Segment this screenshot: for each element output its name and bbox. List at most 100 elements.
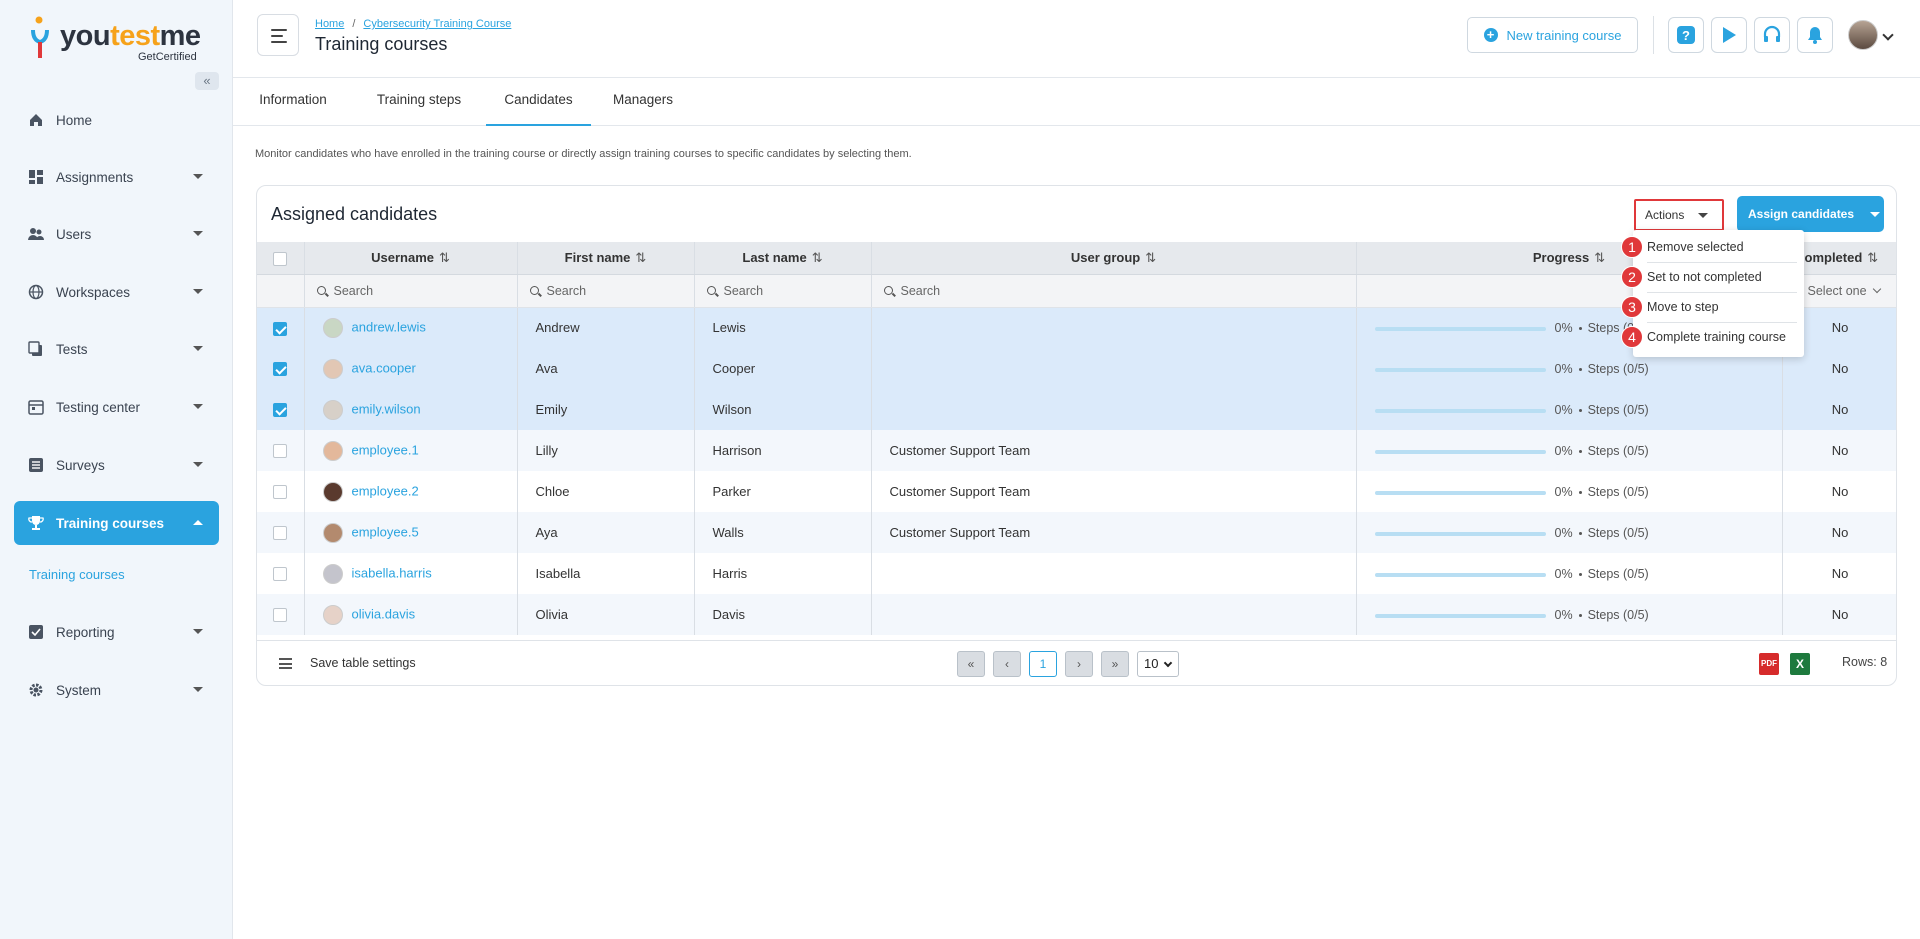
table-settings-icon[interactable] (279, 658, 292, 670)
sidebar-item-users[interactable]: Users (14, 212, 219, 256)
page-number-button[interactable]: 1 (1029, 651, 1057, 677)
step-badge: 1 (1621, 236, 1643, 258)
bell-icon (1808, 27, 1822, 44)
username-link[interactable]: ava.cooper (352, 360, 416, 375)
breadcrumb-course-link[interactable]: Cybersecurity Training Course (363, 18, 511, 30)
row-checkbox[interactable] (273, 321, 288, 336)
username-link[interactable]: emily.wilson (352, 401, 421, 416)
username-link[interactable]: isabella.harris (352, 565, 432, 580)
sidebar-item-label: Assignments (56, 169, 134, 185)
tab-training-steps[interactable]: Training steps (371, 79, 467, 126)
table-row[interactable]: isabella.harris Isabella Harris 0% Steps (0/… (257, 553, 1896, 594)
completed-cell: No (1782, 389, 1896, 430)
row-checkbox[interactable] (273, 444, 288, 459)
save-table-settings-button[interactable]: Save table settings (310, 656, 416, 670)
menu-toggle-button[interactable] (257, 14, 299, 56)
search-icon (883, 285, 893, 295)
sort-icon[interactable]: ⇅ (635, 250, 646, 265)
chevron-down-icon[interactable] (1882, 29, 1894, 41)
logo[interactable]: youtestme GetCertified (30, 16, 210, 64)
user-group-filter[interactable]: Search (871, 274, 1357, 308)
username-filter[interactable]: Search (304, 274, 518, 308)
menu-item-move-to-step[interactable]: Move to step (1647, 293, 1797, 323)
sidebar-item-reporting[interactable]: Reporting (14, 610, 219, 654)
table-row[interactable]: olivia.davis Olivia Davis 0% Steps (0/5) No (257, 594, 1896, 635)
table-row[interactable]: employee.5 Aya Walls Customer Support Team 0… (257, 512, 1896, 553)
row-checkbox[interactable] (273, 403, 288, 418)
select-all-checkbox[interactable] (273, 251, 288, 266)
sort-icon[interactable]: ⇅ (1867, 250, 1878, 265)
gear-icon (29, 683, 43, 697)
svg-text:?: ? (1682, 28, 1690, 43)
last-name-filter[interactable]: Search (694, 274, 872, 308)
chevron-down-icon (193, 174, 203, 179)
sidebar-item-label: Workspaces (56, 284, 131, 300)
row-checkbox[interactable] (273, 526, 288, 541)
username-link[interactable]: employee.2 (352, 483, 419, 498)
sort-icon[interactable]: ⇅ (1594, 250, 1605, 265)
collapse-sidebar-button[interactable]: « (195, 72, 219, 90)
row-checkbox[interactable] (273, 485, 288, 500)
avatar (322, 522, 343, 543)
menu-item-set-not-completed[interactable]: Set to not completed (1647, 263, 1797, 293)
column-header-username[interactable]: Username ⇅ (304, 242, 518, 275)
sidebar-item-assignments[interactable]: Assignments (14, 155, 219, 199)
row-checkbox[interactable] (273, 362, 288, 377)
username-link[interactable]: employee.1 (352, 442, 419, 457)
table-row[interactable]: emily.wilson Emily Wilson 0% Steps (0/5) No (257, 389, 1896, 430)
sort-icon[interactable]: ⇅ (812, 250, 823, 265)
username-link[interactable]: employee.5 (352, 524, 419, 539)
tab-managers[interactable]: Managers (606, 79, 680, 126)
previous-page-button[interactable]: ‹ (993, 651, 1021, 677)
last-name-cell: Wilson (694, 389, 872, 430)
support-button[interactable] (1754, 17, 1790, 53)
next-page-button[interactable]: › (1065, 651, 1093, 677)
column-header-user-group[interactable]: User group ⇅ (871, 242, 1357, 275)
tab-candidates[interactable]: Candidates (486, 79, 591, 126)
sidebar-item-surveys[interactable]: Surveys (14, 443, 219, 487)
sidebar-item-workspaces[interactable]: Workspaces (14, 270, 219, 314)
sidebar-item-testing-center[interactable]: Testing center (14, 385, 219, 429)
new-training-course-button[interactable]: + New training course (1467, 17, 1638, 53)
column-header-first-name[interactable]: First name ⇅ (517, 242, 695, 275)
sidebar-item-system[interactable]: System (14, 668, 219, 712)
username-link[interactable]: olivia.davis (352, 606, 416, 621)
last-name-cell: Cooper (694, 348, 872, 389)
table-row[interactable]: employee.1 Lilly Harrison Customer Support … (257, 430, 1896, 471)
sort-icon[interactable]: ⇅ (1145, 250, 1156, 265)
rows-per-page-select[interactable]: 10 (1137, 651, 1179, 677)
assign-candidates-button[interactable]: Assign candidates (1737, 196, 1884, 232)
help-button[interactable]: ? (1668, 17, 1704, 53)
progress-bar (1374, 367, 1546, 372)
menu-item-complete-training-course[interactable]: Complete training course (1647, 323, 1797, 353)
first-page-button[interactable]: « (957, 651, 985, 677)
calendar-icon (28, 400, 44, 415)
progress-bar (1374, 326, 1546, 331)
sort-icon[interactable]: ⇅ (439, 250, 450, 265)
progress-percent: 0% (1554, 403, 1573, 417)
tab-information[interactable]: Information (253, 79, 333, 126)
play-tutorial-button[interactable] (1711, 17, 1747, 53)
table-footer: Save table settings « ‹ 1 › » 10 PDF X R… (257, 640, 1896, 685)
chevron-down-icon (193, 520, 203, 525)
pdf-export-icon[interactable]: PDF (1759, 653, 1779, 675)
username-link[interactable]: andrew.lewis (352, 319, 426, 334)
sidebar-subitem-training-courses[interactable]: Training courses (29, 567, 125, 582)
row-checkbox[interactable] (273, 608, 288, 623)
user-avatar[interactable] (1848, 20, 1878, 50)
globe-icon (28, 284, 44, 300)
actions-dropdown-button[interactable]: Actions (1634, 199, 1724, 231)
sidebar-item-training-courses[interactable]: Training courses (14, 501, 219, 545)
row-checkbox[interactable] (273, 567, 288, 582)
column-header-last-name[interactable]: Last name ⇅ (694, 242, 872, 275)
table-row[interactable]: employee.2 Chloe Parker Customer Support Te… (257, 471, 1896, 512)
last-page-button[interactable]: » (1101, 651, 1129, 677)
progress-steps: Steps (0/5) (1587, 403, 1649, 417)
notifications-button[interactable] (1797, 17, 1833, 53)
first-name-filter[interactable]: Search (517, 274, 695, 308)
sidebar-item-tests[interactable]: Tests (14, 327, 219, 371)
sidebar-item-home[interactable]: Home (14, 98, 219, 142)
breadcrumb-home-link[interactable]: Home (315, 18, 344, 30)
menu-item-remove-selected[interactable]: Remove selected (1647, 233, 1797, 263)
excel-export-icon[interactable]: X (1790, 653, 1810, 675)
